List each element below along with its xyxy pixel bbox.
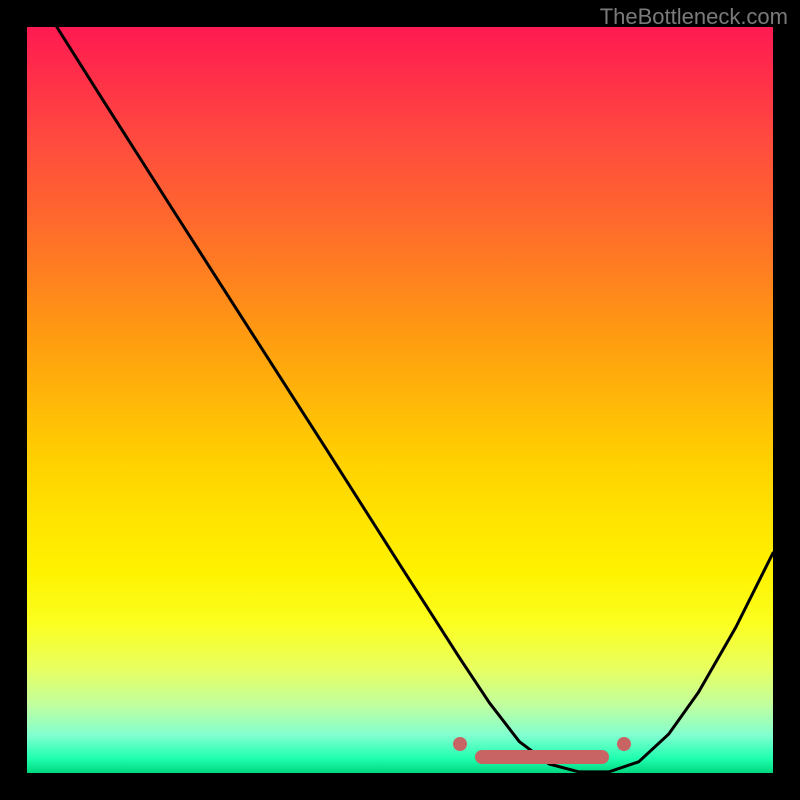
curve-svg (27, 27, 773, 773)
marker-band (475, 750, 609, 764)
bottleneck-curve (57, 27, 773, 772)
plot-area (27, 27, 773, 773)
marker-dot-right (617, 737, 631, 751)
watermark-text: TheBottleneck.com (600, 4, 788, 30)
marker-dot-left (453, 737, 467, 751)
